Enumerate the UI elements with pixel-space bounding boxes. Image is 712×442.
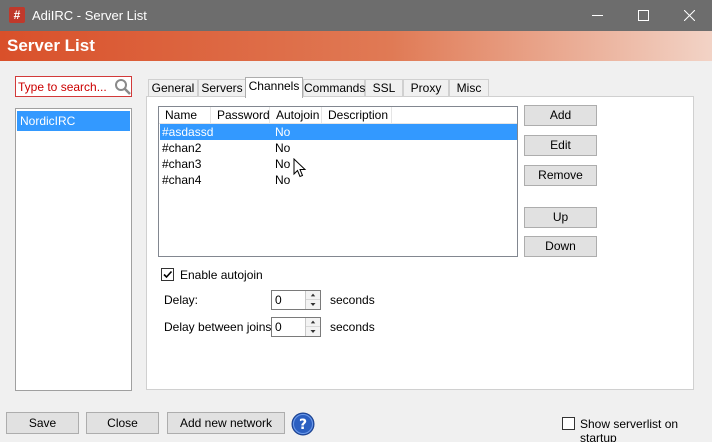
table-row[interactable]: #chan3 No — [160, 156, 517, 172]
header-banner: Server List — [0, 31, 712, 61]
checkmark-icon — [163, 270, 173, 279]
move-down-button[interactable]: Down — [524, 236, 597, 257]
show-serverlist-on-startup-label[interactable]: Show serverlist on startup — [580, 417, 712, 442]
maximize-icon — [637, 10, 649, 21]
cell-name: #asdassd — [162, 125, 214, 139]
window-title: AdiIRC - Server List — [32, 8, 147, 23]
column-header-password[interactable]: Password — [211, 107, 270, 124]
close-button[interactable]: Close — [86, 412, 159, 434]
search-box[interactable] — [15, 76, 132, 97]
search-icon[interactable] — [114, 78, 132, 96]
table-row[interactable]: #asdassd No — [160, 124, 517, 140]
cell-autojoin: No — [275, 173, 291, 187]
table-header: Name Password Autojoin Description — [159, 107, 517, 124]
show-serverlist-on-startup-checkbox[interactable] — [562, 417, 575, 430]
delay-between-joins-value[interactable]: 0 — [275, 320, 282, 334]
delay-unit-label: seconds — [330, 293, 375, 307]
svg-text:?: ? — [299, 417, 307, 433]
column-header-name[interactable]: Name — [159, 107, 211, 124]
maximize-button[interactable] — [620, 0, 666, 31]
delay-value[interactable]: 0 — [275, 293, 282, 307]
edit-channel-button[interactable]: Edit — [524, 135, 597, 156]
move-up-button[interactable]: Up — [524, 207, 597, 228]
stepper-up-icon[interactable] — [306, 291, 320, 300]
close-icon — [683, 10, 695, 21]
stepper-up-icon[interactable] — [306, 318, 320, 327]
add-channel-button[interactable]: Add — [524, 105, 597, 126]
stepper-down-icon[interactable] — [306, 327, 320, 336]
table-row[interactable]: #chan4 No — [160, 172, 517, 188]
app-icon: # — [9, 7, 25, 23]
add-new-network-button[interactable]: Add new network — [167, 412, 285, 434]
minimize-button[interactable] — [574, 0, 620, 31]
delay-between-joins-unit-label: seconds — [330, 320, 375, 334]
delay-label: Delay: — [164, 293, 199, 307]
remove-channel-button[interactable]: Remove — [524, 165, 597, 186]
search-input[interactable] — [18, 78, 110, 95]
cell-autojoin: No — [275, 157, 291, 171]
cell-autojoin: No — [275, 125, 291, 139]
save-button[interactable]: Save — [6, 412, 79, 434]
enable-autojoin-checkbox[interactable] — [161, 268, 174, 281]
help-icon[interactable]: ? — [291, 412, 315, 436]
table-row[interactable]: #chan2 No — [160, 140, 517, 156]
delay-stepper[interactable]: 0 — [271, 290, 321, 310]
column-header-autojoin[interactable]: Autojoin — [270, 107, 322, 124]
minimize-icon — [591, 15, 603, 16]
title-bar: # AdiIRC - Server List — [0, 0, 712, 31]
delay-between-joins-label: Delay between joins: — [164, 320, 275, 334]
tab-channels[interactable]: Channels — [245, 77, 303, 98]
delay-between-joins-stepper-buttons — [305, 318, 320, 336]
cell-name: #chan3 — [162, 157, 202, 171]
channel-table[interactable]: Name Password Autojoin Description #asda… — [158, 106, 518, 257]
stepper-down-icon[interactable] — [306, 300, 320, 309]
network-list[interactable]: NordicIRC — [15, 108, 132, 391]
cell-name: #chan4 — [162, 173, 202, 187]
cell-autojoin: No — [275, 141, 291, 155]
network-item[interactable]: NordicIRC — [17, 111, 130, 131]
column-header-description[interactable]: Description — [322, 107, 392, 124]
page-title: Server List — [7, 36, 95, 55]
cell-name: #chan2 — [162, 141, 202, 155]
close-window-button[interactable] — [666, 0, 712, 31]
enable-autojoin-label[interactable]: Enable autojoin — [180, 268, 263, 282]
delay-between-joins-stepper[interactable]: 0 — [271, 317, 321, 337]
delay-stepper-buttons — [305, 291, 320, 309]
